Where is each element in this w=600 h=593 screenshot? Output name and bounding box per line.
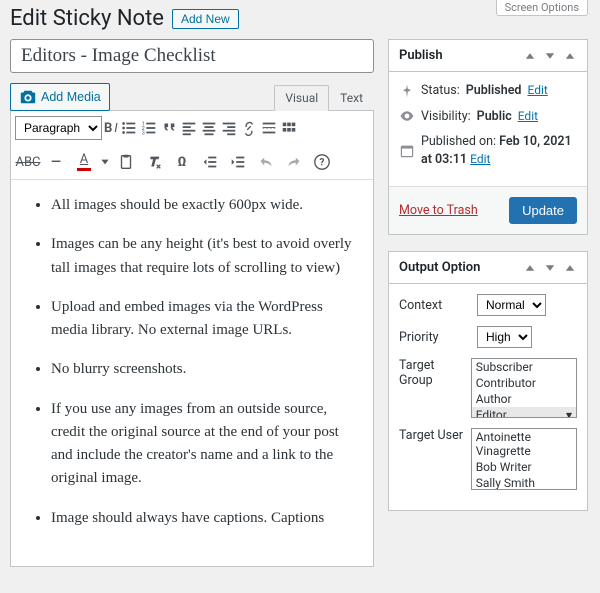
tab-text[interactable]: Text <box>329 85 374 111</box>
content-item: Image should always have captions. Capti… <box>51 507 355 530</box>
blockquote-button[interactable] <box>160 115 178 141</box>
publish-heading: Publish <box>399 48 443 63</box>
editor-content[interactable]: All images should be exactly 600px wide.… <box>11 180 373 566</box>
move-up-button[interactable] <box>523 49 537 63</box>
target-user-listbox[interactable]: Antoinette Vinagrette Bob Writer Sally S… <box>471 428 577 490</box>
role-option[interactable]: Subscriber <box>472 359 576 375</box>
role-option[interactable]: Editor▾ <box>472 407 576 418</box>
collapse-button[interactable] <box>563 49 577 63</box>
move-down-button[interactable] <box>543 49 557 63</box>
title-input[interactable] <box>10 39 374 73</box>
undo-button[interactable] <box>253 149 279 175</box>
user-option[interactable]: Antoinette Vinagrette <box>472 429 576 459</box>
published-label: Published on: <box>421 134 496 149</box>
indent-button[interactable] <box>225 149 251 175</box>
text-color-button[interactable]: A <box>71 149 97 175</box>
move-down-button[interactable] <box>543 261 557 275</box>
align-right-button[interactable] <box>220 115 238 141</box>
chevron-down-icon: ▾ <box>566 408 572 418</box>
role-option[interactable]: Contributor <box>472 375 576 391</box>
toolbar: Paragraph B I 123 <box>11 111 373 180</box>
pin-icon <box>399 83 415 99</box>
context-select[interactable]: Normal <box>477 294 546 316</box>
publish-metabox: Publish Status: Published Edit <box>388 39 588 235</box>
role-option[interactable]: Author <box>472 391 576 407</box>
hr-button[interactable]: — <box>43 149 69 175</box>
add-media-label: Add Media <box>41 90 101 104</box>
move-to-trash-link[interactable]: Move to Trash <box>399 203 478 218</box>
output-heading: Output Option <box>399 260 480 275</box>
calendar-icon <box>399 143 415 159</box>
output-option-metabox: Output Option Context Normal Priority Hi <box>388 251 588 511</box>
visibility-value: Public <box>477 108 512 126</box>
paste-text-button[interactable] <box>113 149 139 175</box>
help-button[interactable]: ? <box>309 149 335 175</box>
add-media-button[interactable]: Add Media <box>10 83 110 111</box>
target-user-label: Target User <box>399 428 467 443</box>
tab-visual[interactable]: Visual <box>274 85 329 111</box>
clear-formatting-button[interactable] <box>141 149 167 175</box>
content-item: All images should be exactly 600px wide. <box>51 194 355 217</box>
page-title: Edit Sticky Note <box>10 6 164 31</box>
add-new-button[interactable]: Add New <box>172 9 239 29</box>
link-button[interactable] <box>240 115 258 141</box>
content-item: Images can be any height (it's best to a… <box>51 233 355 280</box>
status-label: Status: <box>421 82 460 100</box>
numbered-list-button[interactable]: 123 <box>140 115 158 141</box>
strikethrough-button[interactable]: ABC <box>15 149 41 175</box>
update-button[interactable]: Update <box>509 197 577 224</box>
move-up-button[interactable] <box>523 261 537 275</box>
bold-button[interactable]: B <box>104 115 112 141</box>
priority-label: Priority <box>399 330 473 345</box>
outdent-button[interactable] <box>197 149 223 175</box>
visibility-label: Visibility: <box>421 108 471 126</box>
user-option[interactable]: Bob Writer <box>472 459 576 475</box>
readmore-button[interactable] <box>260 115 278 141</box>
context-label: Context <box>399 298 473 313</box>
collapse-button[interactable] <box>563 261 577 275</box>
priority-select[interactable]: High <box>477 326 532 348</box>
target-group-label: Target Group <box>399 358 467 388</box>
bullet-list-button[interactable] <box>120 115 138 141</box>
editor: Paragraph B I 123 <box>10 110 374 567</box>
content-item: If you use any images from an outside so… <box>51 398 355 491</box>
content-item: No blurry screenshots. <box>51 358 355 381</box>
italic-button[interactable]: I <box>114 115 117 141</box>
status-value: Published <box>466 82 522 100</box>
format-select[interactable]: Paragraph <box>15 116 102 140</box>
special-char-button[interactable]: Ω <box>169 149 195 175</box>
screen-options-tab[interactable]: Screen Options <box>496 0 588 16</box>
edit-date-link[interactable]: Edit <box>470 152 490 166</box>
align-center-button[interactable] <box>200 115 218 141</box>
text-color-picker-button[interactable] <box>99 149 111 175</box>
camera-icon <box>19 88 37 106</box>
align-left-button[interactable] <box>180 115 198 141</box>
target-group-listbox[interactable]: Subscriber Contributor Author Editor▾ <box>471 358 577 418</box>
user-option[interactable]: Sally Smith <box>472 475 576 490</box>
edit-status-link[interactable]: Edit <box>527 82 547 99</box>
visibility-icon <box>399 108 415 124</box>
toolbar-toggle-button[interactable] <box>280 115 298 141</box>
content-item: Upload and embed images via the WordPres… <box>51 296 355 343</box>
svg-text:?: ? <box>320 158 325 169</box>
svg-text:3: 3 <box>142 130 145 136</box>
edit-visibility-link[interactable]: Edit <box>518 108 538 125</box>
redo-button[interactable] <box>281 149 307 175</box>
